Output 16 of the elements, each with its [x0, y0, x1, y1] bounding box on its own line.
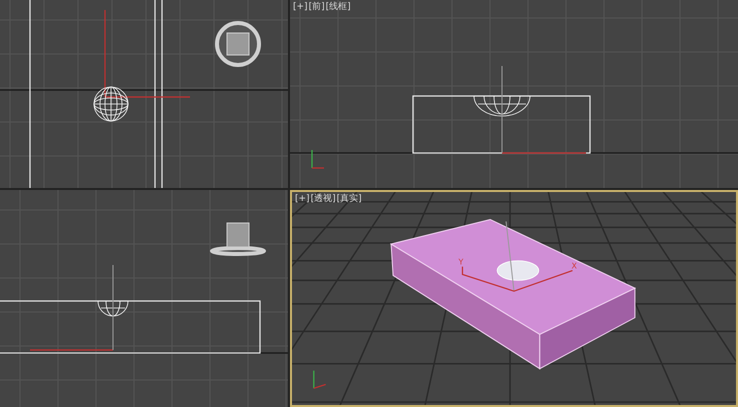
- viewport-menu-label[interactable]: [透视]: [310, 193, 336, 205]
- viewport[interactable]: [0, 0, 288, 188]
- wireframe-sphere: [94, 86, 128, 122]
- viewport-menu-label[interactable]: [线框]: [326, 1, 351, 13]
- viewport-menu-label[interactable]: [+]: [295, 193, 310, 205]
- viewport-menu-label[interactable]: [真实]: [336, 193, 362, 205]
- wireframe-hemisphere: [474, 96, 530, 116]
- viewcube-icon[interactable]: [215, 21, 261, 67]
- viewport[interactable]: [0, 190, 288, 407]
- viewport-menu-label[interactable]: [前]: [308, 1, 325, 13]
- wireframe-hemisphere: [98, 300, 128, 316]
- viewport-menu-label[interactable]: [+]: [293, 1, 308, 13]
- axis-tripod-icon: [313, 370, 326, 389]
- axis-tripod-icon: [311, 150, 324, 169]
- viewcube-icon[interactable]: [210, 222, 266, 256]
- viewport[interactable]: [+][前][线框]: [290, 0, 738, 188]
